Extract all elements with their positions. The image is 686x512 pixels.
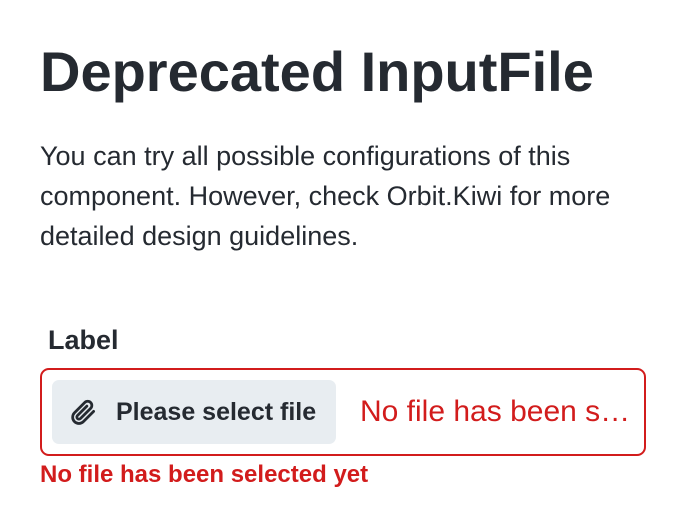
- select-file-button[interactable]: Please select file: [52, 380, 336, 444]
- input-file-field[interactable]: Please select file No file has been sele…: [40, 368, 646, 456]
- page-description: You can try all possible configurations …: [40, 141, 611, 251]
- page-title: Deprecated InputFile: [40, 40, 594, 103]
- select-file-button-label: Please select file: [116, 397, 317, 426]
- paperclip-icon: [68, 397, 98, 427]
- input-file-label: Label: [48, 325, 119, 355]
- error-message: No file has been selected yet: [40, 461, 369, 488]
- file-status-text: No file has been selected yet: [360, 395, 632, 428]
